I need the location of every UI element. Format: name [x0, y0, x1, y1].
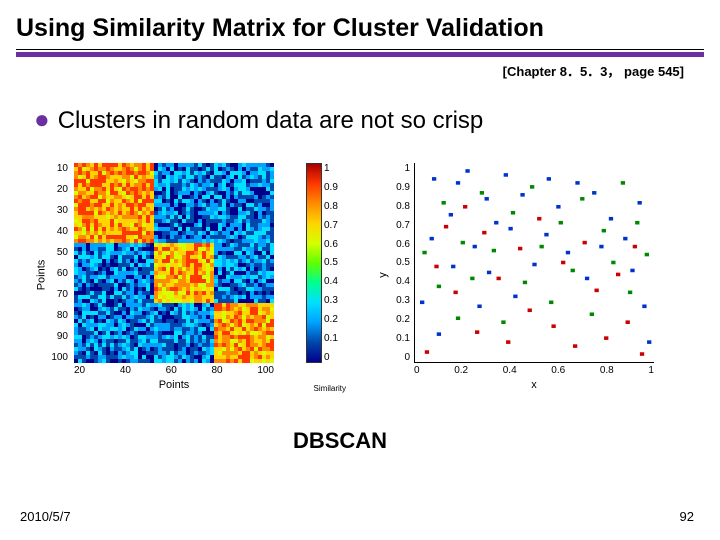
similarity-matrix-heatmap [74, 163, 274, 363]
bullet-text: Clusters in random data are not so crisp [58, 107, 484, 135]
colorbar-label: Similarity [314, 384, 346, 393]
scatter-xlabel: x [414, 379, 654, 391]
scatter-ylabel: y [377, 272, 389, 278]
figure-row: Points 102030405060708090100 20406080100… [0, 135, 720, 395]
divider-thin [16, 49, 704, 50]
scatter-figure: y 00.10.20.30.40.50.60.70.80.91 00.20.40… [380, 155, 680, 395]
matrix-xlabel: Points [74, 379, 274, 391]
matrix-xticks: 20406080100 [74, 365, 274, 376]
figure-caption: DBSCAN [0, 428, 700, 454]
bullet-icon: ● [34, 106, 50, 132]
bullet-item: ● Clusters in random data are not so cri… [0, 80, 720, 135]
similarity-matrix-figure: Points 102030405060708090100 20406080100… [30, 155, 350, 395]
page-title: Using Similarity Matrix for Cluster Vali… [0, 0, 720, 43]
footer-page: 92 [680, 509, 694, 524]
matrix-yticks: 102030405060708090100 [50, 163, 68, 363]
colorbar [306, 163, 322, 363]
matrix-ylabel: Points [35, 260, 47, 291]
scatter-xticks: 00.20.40.60.81 [414, 365, 654, 376]
chapter-ref: [Chapter 8．5．3， page 545] [0, 57, 720, 80]
scatter-yticks: 00.10.20.30.40.50.60.70.80.91 [390, 163, 410, 363]
scatter-plot [414, 163, 654, 363]
colorbar-ticks: 00.10.20.30.40.50.60.70.80.91 [324, 163, 346, 363]
footer-date: 2010/5/7 [20, 509, 71, 524]
